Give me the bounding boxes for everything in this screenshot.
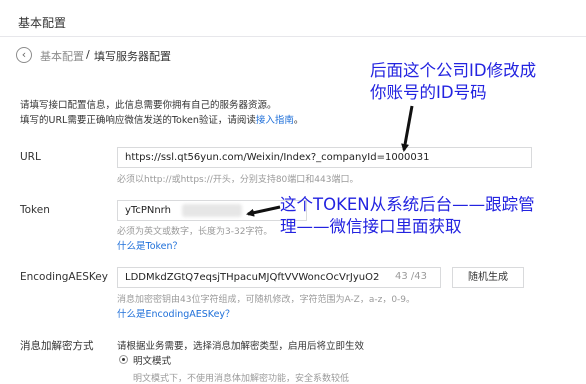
arrow-to-token-field xyxy=(246,205,281,217)
annotation-arrows xyxy=(246,105,414,217)
arrow-to-company-id xyxy=(401,105,414,152)
